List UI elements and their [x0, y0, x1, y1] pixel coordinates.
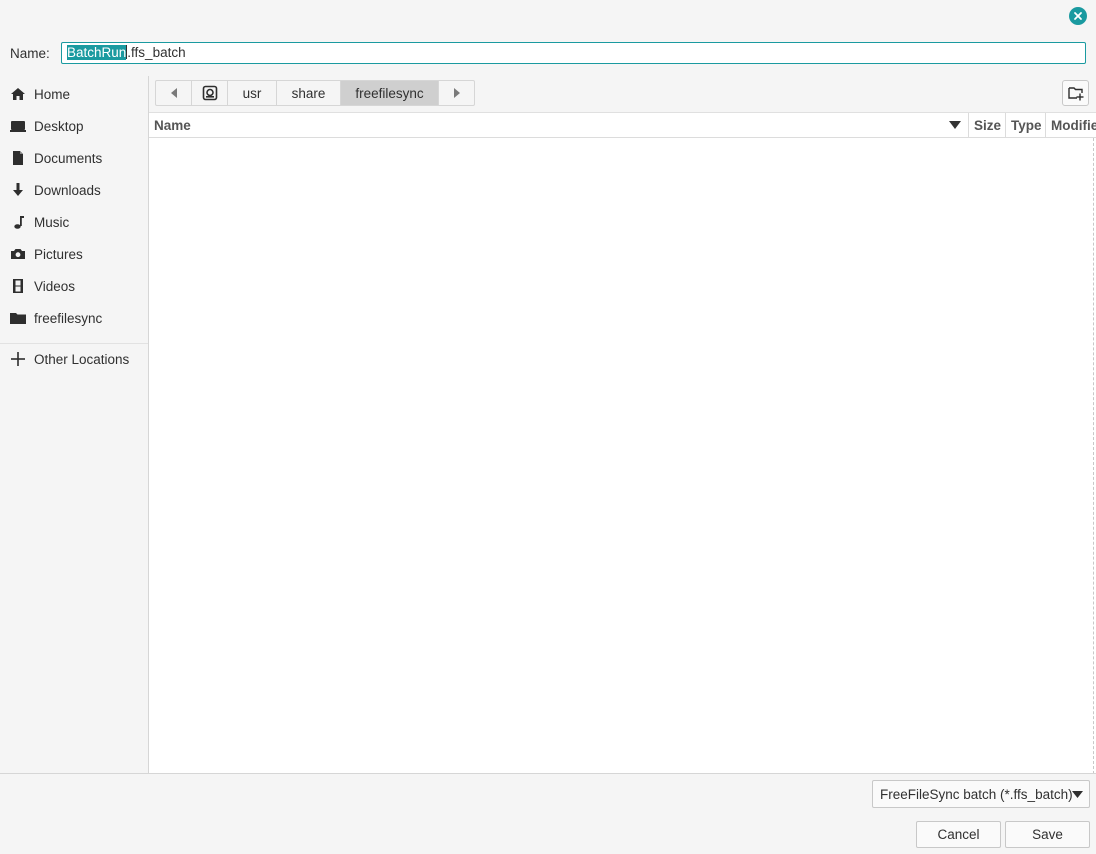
drive-icon [202, 85, 217, 101]
sidebar-item-downloads[interactable]: Downloads [0, 174, 148, 206]
sidebar-item-documents[interactable]: Documents [0, 142, 148, 174]
filename-extension-text: .ffs_batch [127, 45, 186, 60]
path-forward-button[interactable] [439, 81, 474, 105]
save-button[interactable]: Save [1005, 821, 1090, 848]
camera-icon [10, 246, 26, 262]
path-root-button[interactable] [192, 81, 228, 105]
chevron-right-icon [453, 88, 460, 98]
sidebar-item-videos[interactable]: Videos [0, 270, 148, 302]
filename-input[interactable]: BatchRun.ffs_batch [61, 42, 1086, 64]
download-icon [10, 182, 26, 198]
close-icon [1074, 12, 1082, 20]
chevron-down-icon [1072, 791, 1083, 798]
path-segment-freefilesync[interactable]: freefilesync [341, 81, 439, 105]
filename-selected-text: BatchRun [67, 45, 127, 60]
name-label: Name: [10, 46, 50, 61]
sidebar-item-music[interactable]: Music [0, 206, 148, 238]
film-icon [10, 278, 26, 294]
sidebar-item-home[interactable]: Home [0, 78, 148, 110]
folder-icon [10, 310, 26, 326]
sidebar-item-label: Videos [34, 278, 76, 294]
sidebar-item-desktop[interactable]: Desktop [0, 110, 148, 142]
file-list[interactable]: Name Size Type Modified [149, 112, 1096, 774]
column-header-modified[interactable]: Modified [1046, 113, 1096, 138]
column-header-size[interactable]: Size [969, 113, 1006, 138]
home-icon [10, 86, 26, 102]
desktop-icon [10, 118, 26, 134]
close-button[interactable] [1069, 7, 1087, 25]
sidebar-item-label: Pictures [34, 246, 83, 262]
document-icon [10, 150, 26, 166]
sidebar-item-label: Other Locations [34, 351, 130, 367]
cancel-button[interactable]: Cancel [916, 821, 1001, 848]
music-icon [10, 214, 26, 230]
sidebar-item-pictures[interactable]: Pictures [0, 238, 148, 270]
sidebar-item-label: Downloads [34, 182, 101, 198]
column-modified-label: Modified [1051, 118, 1096, 133]
sidebar-item-label: Documents [34, 150, 103, 166]
file-type-filter-select[interactable]: FreeFileSync batch (*.ffs_batch) [872, 780, 1090, 808]
column-header-name[interactable]: Name [149, 113, 969, 138]
column-type-label: Type [1011, 118, 1042, 133]
sidebar-item-label: Music [34, 214, 70, 230]
file-list-header: Name Size Type Modified [149, 113, 1096, 138]
plus-icon [10, 351, 26, 367]
sort-descending-icon[interactable] [949, 121, 961, 129]
chevron-left-icon [170, 88, 177, 98]
path-segment-usr[interactable]: usr [228, 81, 277, 105]
filter-selected-value: FreeFileSync batch (*.ffs_batch) [880, 786, 1073, 802]
new-folder-icon [1067, 87, 1083, 101]
places-sidebar: Home Desktop Documents Downloads Music P… [0, 76, 149, 773]
column-size-label: Size [974, 118, 1002, 133]
sidebar-item-label: freefilesync [34, 310, 103, 326]
column-name-label: Name [154, 118, 191, 133]
path-bar: usr share freefilesync [155, 80, 475, 106]
path-back-button[interactable] [156, 81, 192, 105]
column-header-type[interactable]: Type [1006, 113, 1046, 138]
column-resize-guide [1093, 138, 1094, 774]
path-segment-share[interactable]: share [277, 81, 341, 105]
new-folder-button[interactable] [1062, 80, 1089, 106]
sidebar-item-label: Desktop [34, 118, 84, 134]
sidebar-item-label: Home [34, 86, 71, 102]
sidebar-item-freefilesync[interactable]: freefilesync [0, 302, 148, 334]
sidebar-item-other-locations[interactable]: Other Locations [0, 343, 148, 375]
